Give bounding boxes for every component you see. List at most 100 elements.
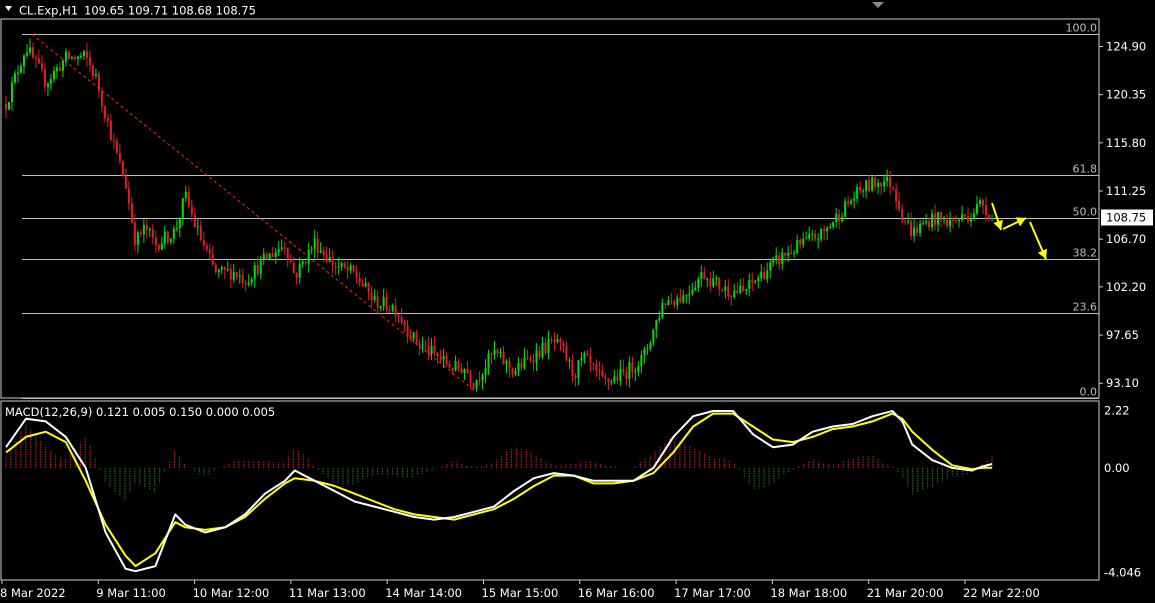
candle-body bbox=[736, 290, 739, 294]
candle-body bbox=[229, 269, 232, 280]
candle-body bbox=[763, 271, 766, 280]
candle-body bbox=[415, 332, 418, 344]
candle-body bbox=[526, 357, 529, 359]
candle-body bbox=[205, 245, 208, 250]
candle-body bbox=[67, 51, 70, 59]
candle-body bbox=[223, 266, 226, 270]
candle-body bbox=[991, 218, 993, 220]
candle-body bbox=[31, 47, 34, 58]
candle-body bbox=[190, 206, 193, 215]
candle-body bbox=[970, 217, 973, 222]
candle-body bbox=[82, 51, 85, 57]
candle-body bbox=[202, 240, 205, 246]
candle-body bbox=[379, 306, 382, 309]
candle-body bbox=[691, 290, 694, 294]
candle-body bbox=[625, 372, 628, 379]
candle-body bbox=[130, 203, 133, 223]
candle-body bbox=[940, 212, 943, 220]
candle-body bbox=[553, 339, 556, 342]
candle-body bbox=[790, 252, 793, 254]
fib-level-label: 100.0 bbox=[1066, 22, 1098, 35]
candle-body bbox=[652, 329, 655, 343]
candle-body bbox=[658, 317, 661, 321]
candle-body bbox=[325, 255, 328, 262]
candle-body bbox=[121, 161, 124, 176]
candle-body bbox=[604, 376, 607, 379]
candle-body bbox=[61, 60, 64, 71]
candle-body bbox=[883, 181, 886, 187]
candle-body bbox=[634, 371, 637, 373]
candle-body bbox=[700, 272, 703, 280]
candle-body bbox=[256, 265, 259, 274]
candle-body bbox=[574, 375, 577, 378]
time-tick-label: 22 Mar 22:00 bbox=[963, 586, 1040, 600]
candle-body bbox=[292, 262, 295, 274]
candle-body bbox=[925, 221, 928, 224]
candle-body bbox=[397, 315, 400, 318]
candle-body bbox=[814, 233, 817, 240]
candle-body bbox=[382, 296, 385, 307]
candle-body bbox=[538, 350, 541, 358]
candle-body bbox=[958, 219, 961, 222]
candle-body bbox=[163, 231, 166, 244]
candle-body bbox=[412, 332, 415, 339]
candle-body bbox=[5, 103, 7, 110]
candle-body bbox=[46, 83, 49, 87]
candle-body bbox=[805, 238, 808, 240]
time-tick-label: 18 Mar 18:00 bbox=[770, 586, 847, 600]
candle-body bbox=[208, 249, 211, 254]
candle-body bbox=[862, 190, 865, 192]
candle-body bbox=[598, 369, 601, 372]
candle-body bbox=[217, 269, 220, 273]
candle-body bbox=[595, 364, 598, 370]
candle-body bbox=[745, 288, 748, 291]
candle-body bbox=[583, 353, 586, 359]
candle-body bbox=[850, 200, 853, 205]
candle-body bbox=[820, 228, 823, 240]
candle-body bbox=[826, 227, 829, 232]
candle-body bbox=[694, 287, 697, 291]
candle-body bbox=[709, 279, 712, 287]
price-tick-label: 111.25 bbox=[1106, 184, 1146, 198]
candle-body bbox=[55, 67, 58, 72]
candle-body bbox=[424, 344, 427, 346]
candle-body bbox=[685, 295, 688, 297]
candle-body bbox=[880, 183, 883, 187]
candle-body bbox=[811, 233, 814, 235]
candle-body bbox=[187, 191, 190, 207]
fib-level-label: 38.2 bbox=[1073, 247, 1098, 260]
candle-body bbox=[58, 67, 61, 71]
candle-body bbox=[784, 252, 787, 257]
candle-body bbox=[649, 342, 652, 349]
candle-body bbox=[829, 226, 832, 228]
candle-body bbox=[754, 281, 757, 283]
candle-body bbox=[52, 71, 55, 80]
candle-body bbox=[394, 305, 397, 316]
candle-body bbox=[631, 362, 634, 372]
candle-body bbox=[262, 253, 265, 260]
candle-body bbox=[346, 267, 349, 271]
price-tick-label: 115.80 bbox=[1106, 136, 1146, 150]
candle-body bbox=[502, 351, 505, 365]
candle-body bbox=[787, 252, 790, 257]
candle-body bbox=[28, 47, 31, 53]
candle-body bbox=[463, 369, 466, 373]
candle-body bbox=[247, 282, 250, 285]
candle-body bbox=[343, 263, 346, 268]
candle-body bbox=[172, 228, 175, 239]
candle-body bbox=[718, 278, 721, 290]
candle-body bbox=[580, 358, 583, 361]
candle-body bbox=[673, 301, 676, 306]
candle-body bbox=[157, 244, 160, 250]
symbol-label: CL.Exp,H1 bbox=[19, 4, 78, 18]
candle-body bbox=[739, 285, 742, 294]
candle-body bbox=[406, 325, 409, 336]
candle-body bbox=[682, 295, 685, 303]
candle-body bbox=[844, 201, 847, 217]
candle-body bbox=[418, 343, 421, 346]
candle-body bbox=[310, 248, 313, 250]
candle-body bbox=[136, 232, 139, 245]
candle-body bbox=[88, 57, 91, 66]
candle-body bbox=[142, 225, 145, 235]
candle-body bbox=[859, 186, 862, 192]
